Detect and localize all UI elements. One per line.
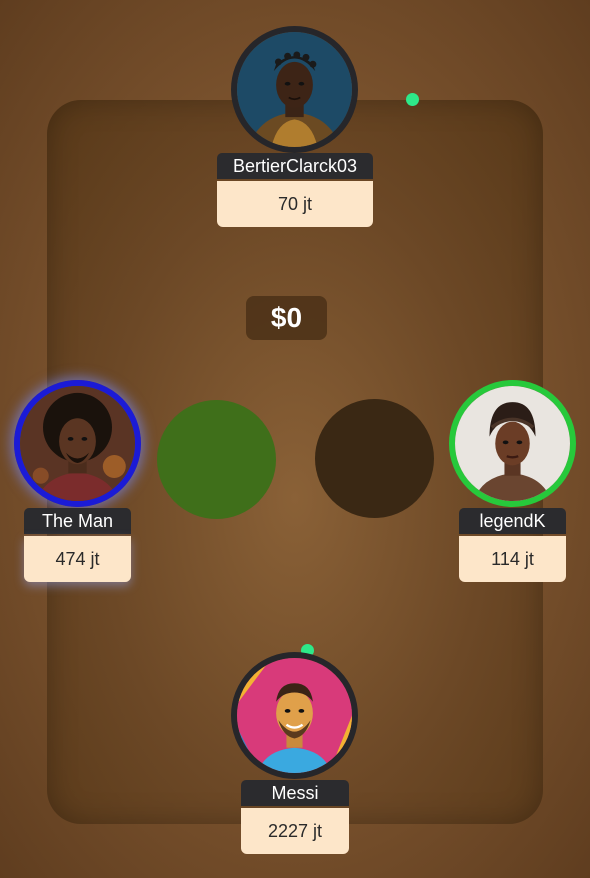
player-stack-right: 114 jt	[459, 536, 566, 582]
soccer-player-portrait-icon	[237, 658, 352, 773]
player-stack-left: 474 jt	[24, 536, 131, 582]
player-name-top: BertierClarck03	[217, 153, 373, 179]
pot-display: $0	[246, 296, 327, 340]
seat-spot-right[interactable]	[315, 399, 434, 518]
curly-hair-man-portrait-icon	[20, 386, 135, 501]
online-indicator-top	[406, 93, 419, 106]
player-name-right: legendK	[459, 508, 566, 534]
player-stack-bottom: 2227 jt	[241, 808, 349, 854]
avatar-top-player[interactable]	[231, 26, 358, 153]
headwrap-woman-portrait-icon	[455, 386, 570, 501]
avatar-left-player[interactable]	[14, 380, 141, 507]
pot-amount: $0	[270, 302, 303, 333]
seat-spot-left[interactable]	[157, 400, 276, 519]
warrior-portrait-icon	[237, 32, 352, 147]
player-name-bottom: Messi	[241, 780, 349, 806]
avatar-bottom-player[interactable]	[231, 652, 358, 779]
player-name-left: The Man	[24, 508, 131, 534]
avatar-right-player[interactable]	[449, 380, 576, 507]
player-stack-top: 70 jt	[217, 181, 373, 227]
